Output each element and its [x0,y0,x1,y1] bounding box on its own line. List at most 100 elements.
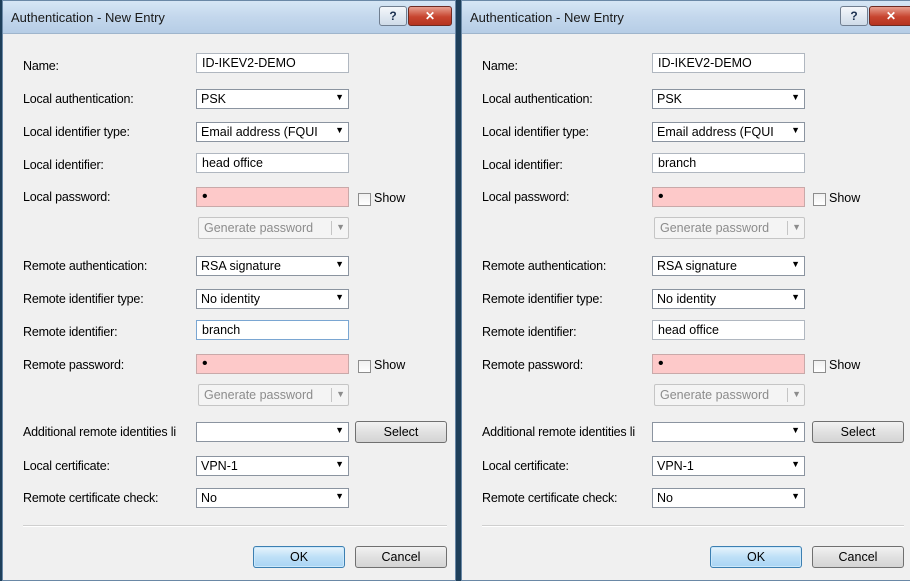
name-field[interactable]: ID-IKEV2-DEMO [652,53,805,73]
dialog-title: Authentication - New Entry [11,10,165,25]
checkbox[interactable] [813,360,826,373]
generate-label: Generate password [660,388,770,402]
local-id-type-label: Local identifier type: [482,125,589,139]
remote-cert-check-value: No [657,491,673,505]
chevron-down-icon: ▼ [791,92,800,102]
separator [787,221,788,235]
local-id-label: Local identifier: [482,158,563,172]
additional-ids-label: Additional remote identities li [482,425,635,439]
local-id-type-select[interactable]: Email address (FQUI ▼ [196,122,349,142]
local-password-field[interactable]: • [652,187,805,207]
remote-auth-select[interactable]: RSA signature ▼ [196,256,349,276]
chevron-down-icon: ▼ [791,125,800,135]
local-cert-select[interactable]: VPN-1 ▼ [196,456,349,476]
help-button[interactable]: ? [379,6,407,26]
chevron-down-icon: ▼ [791,292,800,302]
dialog-title: Authentication - New Entry [470,10,624,25]
remote-auth-select[interactable]: RSA signature ▼ [652,256,805,276]
local-auth-select[interactable]: PSK ▼ [652,89,805,109]
chevron-down-icon[interactable]: ▼ [336,389,345,399]
select-button[interactable]: Select [355,421,447,443]
checkbox[interactable] [358,360,371,373]
local-password-label: Local password: [23,190,111,204]
local-id-type-value: Email address (FQUI [201,125,318,139]
close-button[interactable]: ✕ [408,6,452,26]
remote-cert-check-value: No [201,491,217,505]
chevron-down-icon: ▼ [335,92,344,102]
chevron-down-icon[interactable]: ▼ [792,389,801,399]
remote-id-type-value: No identity [201,292,261,306]
local-auth-label: Local authentication: [23,92,134,106]
chevron-down-icon: ▼ [791,459,800,469]
ok-button[interactable]: OK [253,546,345,568]
local-generate-password-button[interactable]: Generate password ▼ [654,217,805,239]
local-auth-label: Local authentication: [482,92,593,106]
local-auth-select[interactable]: PSK ▼ [196,89,349,109]
show-label: Show [829,358,861,372]
generate-label: Generate password [660,221,770,235]
remote-password-field[interactable]: • [196,354,349,374]
name-field[interactable]: ID-IKEV2-DEMO [196,53,349,73]
local-cert-value: VPN-1 [201,459,238,473]
divider [482,525,904,527]
local-cert-label: Local certificate: [23,459,110,473]
chevron-down-icon[interactable]: ▼ [336,222,345,232]
chevron-down-icon: ▼ [335,491,344,501]
remote-generate-password-button[interactable]: Generate password ▼ [198,384,349,406]
remote-id-field[interactable]: branch [196,320,349,340]
auth-dialog-left: Authentication - New Entry ? ✕ Name: ID-… [2,0,456,581]
remote-id-type-select[interactable]: No identity ▼ [196,289,349,309]
remote-password-label: Remote password: [482,358,584,372]
local-auth-value: PSK [201,92,227,106]
local-generate-password-button[interactable]: Generate password ▼ [198,217,349,239]
title-bar[interactable]: Authentication - New Entry ? ✕ [462,1,910,34]
remote-id-label: Remote identifier: [482,325,577,339]
help-button[interactable]: ? [840,6,868,26]
title-bar[interactable]: Authentication - New Entry ? ✕ [3,1,455,34]
remote-id-type-select[interactable]: No identity ▼ [652,289,805,309]
show-label: Show [374,358,406,372]
remote-cert-check-select[interactable]: No ▼ [196,488,349,508]
show-label: Show [374,191,406,205]
checkbox[interactable] [358,193,371,206]
remote-auth-value: RSA signature [657,259,737,273]
local-id-label: Local identifier: [23,158,104,172]
local-cert-label: Local certificate: [482,459,569,473]
ok-button[interactable]: OK [710,546,802,568]
local-cert-value: VPN-1 [657,459,694,473]
remote-auth-value: RSA signature [201,259,281,273]
close-button[interactable]: ✕ [869,6,910,26]
remote-cert-check-select[interactable]: No ▼ [652,488,805,508]
generate-label: Generate password [204,221,314,235]
separator [787,388,788,402]
local-cert-select[interactable]: VPN-1 ▼ [652,456,805,476]
chevron-down-icon[interactable]: ▼ [792,222,801,232]
chevron-down-icon: ▼ [335,259,344,269]
cancel-button[interactable]: Cancel [355,546,447,568]
auth-dialog-right: Authentication - New Entry ? ✕ Name: ID-… [461,0,910,581]
chevron-down-icon: ▼ [335,425,344,435]
local-auth-value: PSK [657,92,683,106]
remote-id-type-value: No identity [657,292,717,306]
local-id-type-value: Email address (FQUI [657,125,774,139]
local-id-type-select[interactable]: Email address (FQUI ▼ [652,122,805,142]
additional-ids-label: Additional remote identities li [23,425,176,439]
remote-id-field[interactable]: head office [652,320,805,340]
local-id-field[interactable]: branch [652,153,805,173]
cancel-button[interactable]: Cancel [812,546,904,568]
checkbox[interactable] [813,193,826,206]
chevron-down-icon: ▼ [335,459,344,469]
local-password-field[interactable]: • [196,187,349,207]
chevron-down-icon: ▼ [791,425,800,435]
remote-id-type-label: Remote identifier type: [23,292,144,306]
remote-password-field[interactable]: • [652,354,805,374]
select-button[interactable]: Select [812,421,904,443]
divider [23,525,447,527]
separator [331,221,332,235]
local-id-field[interactable]: head office [196,153,349,173]
additional-ids-select[interactable]: ▼ [652,422,805,442]
remote-generate-password-button[interactable]: Generate password ▼ [654,384,805,406]
chevron-down-icon: ▼ [791,491,800,501]
remote-id-type-label: Remote identifier type: [482,292,603,306]
additional-ids-select[interactable]: ▼ [196,422,349,442]
